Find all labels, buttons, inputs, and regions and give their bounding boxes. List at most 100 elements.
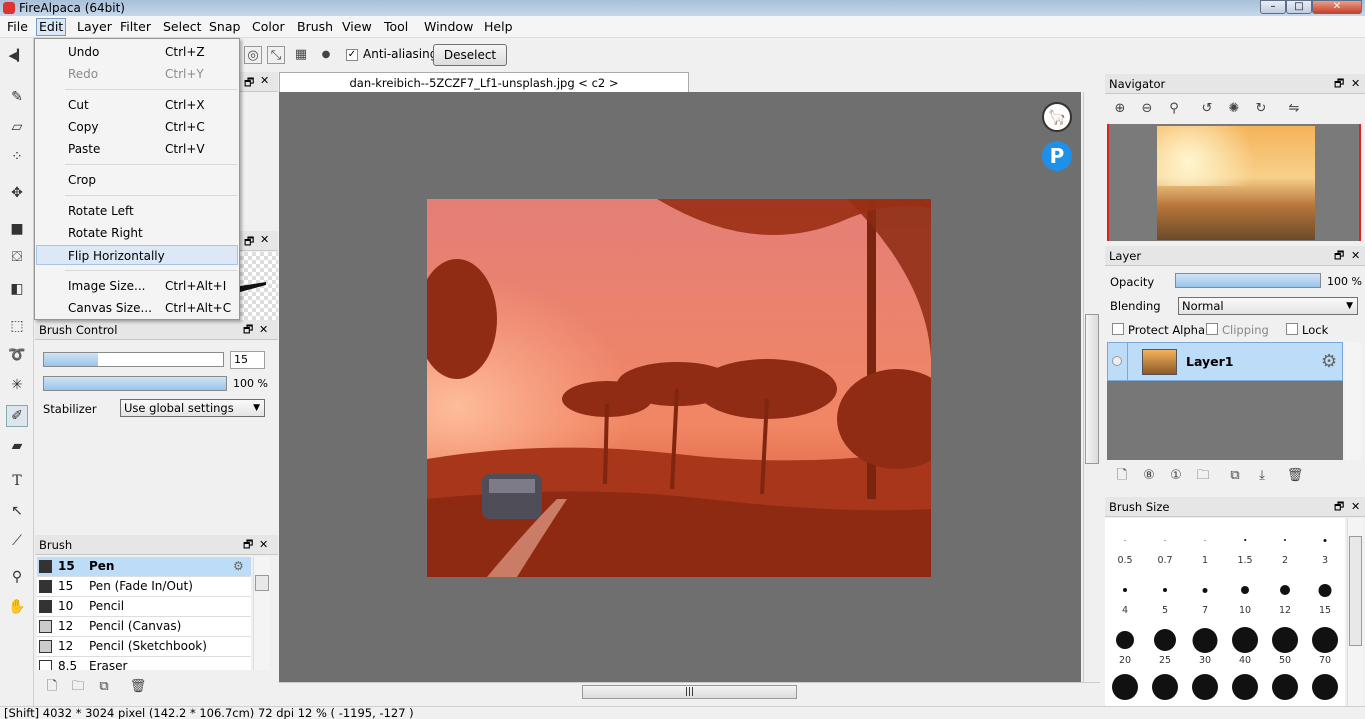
menu-file[interactable]: File	[7, 19, 28, 35]
panel-float-icon[interactable]: 🗗	[1334, 246, 1344, 266]
duplicate-icon[interactable]: ⧉	[95, 678, 113, 696]
panel-close-icon[interactable]: ✕	[259, 320, 268, 340]
menu-item-cut[interactable]: Cut Ctrl+X	[36, 95, 238, 115]
dot-tool-icon[interactable]: ⁘	[6, 146, 28, 168]
trash-icon[interactable]: 🗑	[129, 678, 147, 696]
panel-close-icon[interactable]: ✕	[1351, 246, 1360, 266]
grid-icon[interactable]: ▦	[292, 46, 310, 64]
brush-list-item[interactable]: 15 Pen ⚙	[37, 557, 251, 577]
brush-size-input[interactable]: 15	[230, 351, 265, 369]
scroll-thumb[interactable]	[255, 575, 269, 591]
menu-snap[interactable]: Snap	[209, 19, 240, 35]
brush-size-cell[interactable]: 1	[1185, 518, 1225, 568]
brush-size-cell[interactable]	[1225, 668, 1265, 706]
panel-close-icon[interactable]: ✕	[259, 535, 268, 555]
brush-size-cell[interactable]	[1105, 668, 1145, 706]
duplicate-layer-icon[interactable]: ⧉	[1226, 467, 1244, 485]
menu-layer[interactable]: Layer	[77, 19, 112, 35]
folder-icon[interactable]: 🗀	[69, 678, 87, 696]
eyedropper-icon[interactable]: ⚲	[6, 566, 28, 588]
panel-close-icon[interactable]: ✕	[260, 233, 269, 246]
menu-item-rotate-left[interactable]: Rotate Left	[36, 201, 238, 221]
menu-item-canvas-size[interactable]: Canvas Size... Ctrl+Alt+C	[36, 298, 238, 318]
menu-item-redo[interactable]: Redo Ctrl+Y	[36, 64, 238, 84]
pen-icon[interactable]: ✎	[6, 86, 28, 108]
new-8bit-layer-icon[interactable]: ⑧	[1140, 467, 1158, 485]
brush-size-cell[interactable]: 7	[1185, 568, 1225, 618]
new-brush-icon[interactable]: 🗋	[43, 678, 61, 696]
layer-list-scrollbar[interactable]	[1345, 342, 1361, 460]
brush-size-cell[interactable]: 0.7	[1145, 518, 1185, 568]
scroll-thumb[interactable]	[1085, 314, 1099, 464]
brush-size-cell[interactable]: 50	[1265, 618, 1305, 668]
panel-float-icon[interactable]: 🗗	[243, 320, 253, 340]
brush-size-cell[interactable]: 1.5	[1225, 518, 1265, 568]
layer-opacity-slider[interactable]	[1175, 273, 1321, 288]
dot-icon[interactable]: ●	[317, 46, 335, 64]
brush-size-slider[interactable]	[43, 352, 224, 367]
gear-icon[interactable]: ⚙	[1321, 351, 1337, 372]
clipping-checkbox[interactable]	[1206, 323, 1218, 335]
menu-item-undo[interactable]: Undo Ctrl+Z	[36, 42, 238, 62]
brush-size-cell[interactable]: 30	[1185, 618, 1225, 668]
magic-wand-icon[interactable]: ✳	[6, 374, 28, 396]
panel-float-icon[interactable]: 🗗	[1334, 497, 1344, 517]
move-icon[interactable]: ✥	[6, 182, 28, 204]
stabilizer-select[interactable]: Use global settings ▼	[120, 399, 265, 417]
brush-size-cell[interactable]	[1265, 668, 1305, 706]
brush-list-item[interactable]: 12 Pencil (Canvas)	[37, 617, 251, 637]
alpaca-icon[interactable]: 🦙	[1042, 102, 1072, 132]
panel-close-icon[interactable]: ✕	[1351, 74, 1360, 94]
brush-size-cell[interactable]: 10	[1225, 568, 1265, 618]
text-icon[interactable]: T	[6, 470, 28, 492]
brush-size-cell[interactable]	[1185, 668, 1225, 706]
brush-size-cell[interactable]: 3	[1305, 518, 1345, 568]
ellipse-icon[interactable]: ◎	[244, 46, 262, 64]
antialias-checkbox[interactable]: ✓	[346, 49, 358, 61]
panel-float-icon[interactable]: 🗗	[243, 535, 253, 555]
brush-size-cell[interactable]: 4	[1105, 568, 1145, 618]
bucket-icon[interactable]: ⛋	[6, 246, 28, 268]
rotate-reset-icon[interactable]: ✺	[1225, 100, 1243, 118]
layer-row[interactable]: Layer1 ⚙	[1107, 342, 1343, 381]
blending-select[interactable]: Normal ▼	[1178, 297, 1358, 315]
canvas-image[interactable]	[427, 199, 931, 577]
brush-size-cell[interactable]: 40	[1225, 618, 1265, 668]
document-tab[interactable]: dan-kreibich--5ZCZF7_Lf1-unsplash.jpg < …	[279, 72, 689, 93]
pixiv-icon[interactable]: P	[1042, 141, 1072, 171]
brush-list-scrollbar[interactable]	[253, 557, 270, 670]
rotate-right-icon[interactable]: ↻	[1252, 100, 1270, 118]
gear-icon[interactable]: ⚙	[233, 557, 244, 576]
trash-icon[interactable]: 🗑	[1286, 467, 1304, 485]
lasso-icon[interactable]: ➰	[6, 344, 28, 366]
menu-window[interactable]: Window	[424, 19, 473, 35]
zoom-in-icon[interactable]: ⊕	[1111, 100, 1129, 118]
select-rect-icon[interactable]: ⬚	[6, 315, 28, 337]
brush-size-scrollbar[interactable]	[1347, 518, 1363, 706]
brush-size-cell[interactable]: 15	[1305, 568, 1345, 618]
scroll-thumb[interactable]: |||	[582, 685, 797, 699]
brush-list-item[interactable]: 15 Pen (Fade In/Out)	[37, 577, 251, 597]
menu-select[interactable]: Select	[163, 19, 202, 35]
panel-float-icon[interactable]: 🗗	[244, 74, 254, 93]
menu-brush[interactable]: Brush	[297, 19, 333, 35]
menu-filter[interactable]: Filter	[120, 19, 151, 35]
gradient-icon[interactable]: ◧	[6, 278, 28, 300]
brush-opacity-slider[interactable]	[43, 376, 227, 391]
canvas-vertical-scrollbar[interactable]	[1083, 92, 1100, 682]
curve-icon[interactable]: ⤡	[267, 46, 285, 64]
eraser-icon[interactable]: ▱	[6, 116, 28, 138]
flip-view-icon[interactable]: ⇋	[1285, 100, 1303, 118]
deselect-button[interactable]: Deselect	[433, 44, 507, 66]
menu-edit[interactable]: Edit	[36, 18, 67, 36]
merge-down-icon[interactable]: ⤓	[1253, 467, 1271, 485]
menu-help[interactable]: Help	[484, 19, 513, 35]
panel-close-icon[interactable]: ✕	[1351, 497, 1360, 517]
menu-item-paste[interactable]: Paste Ctrl+V	[36, 139, 238, 159]
menu-color[interactable]: Color	[252, 19, 285, 35]
brush-size-cell[interactable]: 70	[1305, 618, 1345, 668]
menu-view[interactable]: View	[342, 19, 372, 35]
lock-checkbox[interactable]	[1286, 323, 1298, 335]
panel-float-icon[interactable]: 🗗	[244, 233, 254, 252]
menu-item-copy[interactable]: Copy Ctrl+C	[36, 117, 238, 137]
